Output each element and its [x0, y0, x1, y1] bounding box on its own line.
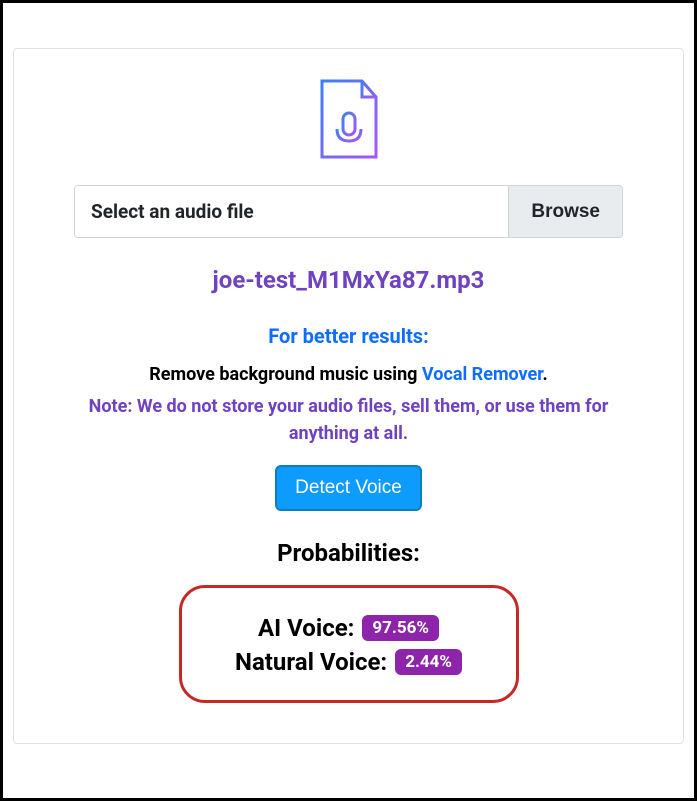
- vocal-remover-link[interactable]: Vocal Remover: [422, 364, 543, 385]
- natural-voice-badge: 2.44%: [395, 649, 462, 675]
- file-input[interactable]: Select an audio file: [75, 186, 508, 237]
- selected-filename: joe-test_M1MxYa87.mp3: [74, 266, 623, 294]
- natural-voice-row: Natural Voice: 2.44%: [212, 648, 486, 676]
- tip-text: Remove background music using: [149, 364, 422, 385]
- natural-voice-label: Natural Voice:: [235, 648, 387, 676]
- tips-heading: For better results:: [74, 324, 623, 348]
- ai-voice-label: AI Voice:: [258, 614, 354, 642]
- tip-suffix: .: [543, 364, 548, 385]
- probabilities-heading: Probabilities:: [74, 539, 623, 567]
- browse-button[interactable]: Browse: [508, 186, 622, 237]
- note-text: Note: We do not store your audio files, …: [74, 393, 623, 447]
- file-audio-icon: [74, 79, 623, 165]
- detect-voice-button[interactable]: Detect Voice: [275, 465, 422, 511]
- tip-remove-bg: Remove background music using Vocal Remo…: [74, 362, 623, 387]
- results-box: AI Voice: 97.56% Natural Voice: 2.44%: [179, 585, 519, 703]
- upload-card: Select an audio file Browse joe-test_M1M…: [13, 48, 684, 744]
- ai-voice-badge: 97.56%: [362, 615, 439, 641]
- file-input-group: Select an audio file Browse: [74, 185, 623, 238]
- ai-voice-row: AI Voice: 97.56%: [212, 614, 486, 642]
